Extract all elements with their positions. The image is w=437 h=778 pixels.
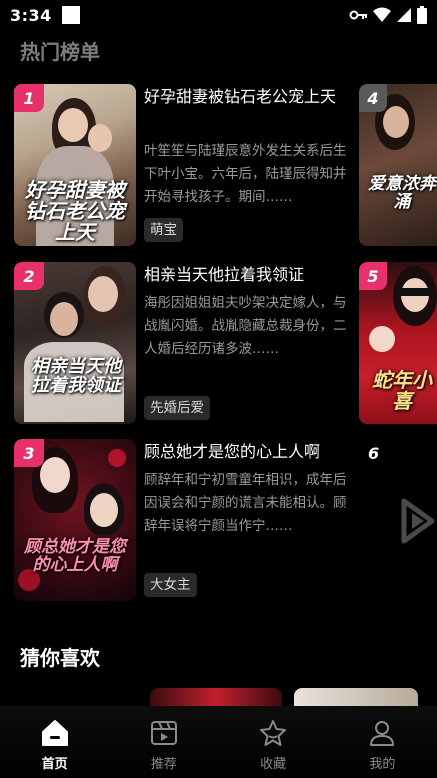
rank-item-1[interactable]: 好孕甜妻被钻石老公宠上天 1 好孕甜妻被钻石老公宠上天 叶笙笙与陆瑾辰意外发生关… [14, 84, 354, 246]
notification-icon [61, 6, 80, 24]
poster-title-1: 好孕甜妻被钻石老公宠上天 [25, 178, 125, 244]
play-icon[interactable] [398, 497, 437, 545]
rank-badge-3: 3 [14, 439, 44, 467]
rank-badge-6: 6 [368, 444, 380, 463]
signal-icon [397, 8, 411, 22]
rank-number: 3 [23, 443, 35, 463]
side-poster-title-4: 爱意浓奔涌 [368, 174, 436, 212]
nav-home[interactable]: 首页 [0, 706, 109, 778]
hot-list-title: 热门榜单 [20, 40, 100, 64]
star-icon [260, 720, 287, 746]
genre-tag: 先婚后爱 [144, 396, 210, 420]
nav-recommend[interactable]: 推荐 [109, 706, 218, 778]
status-bar: 3:34 [0, 0, 437, 30]
rank-badge-1: 1 [14, 84, 44, 112]
drama-description: 海彤因姐姐姐夫吵架决定嫁人，与战胤闪婚。战胤隐藏总裁身份，二人婚后经历诸多波…… [144, 295, 347, 357]
wifi-icon [373, 7, 391, 22]
poster-3[interactable]: 顾总她才是您的心上人啊 3 [14, 439, 136, 601]
genre-tag: 大女主 [144, 573, 197, 597]
rank-badge-4: 4 [359, 84, 387, 112]
nav-favorites[interactable]: 收藏 [219, 706, 328, 778]
poster-2[interactable]: 相亲当天他拉着我领证 2 [14, 262, 136, 424]
nav-recommend-label: 推荐 [150, 757, 177, 772]
rank-number: 1 [23, 88, 35, 108]
drama-title[interactable]: 顾总她才是您的心上人啊 [144, 439, 349, 465]
drama-description: 顾辞年和宁初雪童年相识，成年后因误会和宁颜的谎言未能相认。顾辞年误将宁颜当作宁…… [144, 472, 347, 534]
rank-number: 4 [367, 88, 379, 108]
guess-poster-2[interactable] [294, 688, 418, 708]
poster-title-2: 相亲当天他拉着我领证 [31, 356, 121, 396]
status-time: 3:34 [10, 5, 52, 25]
nav-profile[interactable]: 我的 [328, 706, 437, 778]
key-icon [349, 10, 367, 20]
genre-tag: 萌宝 [144, 218, 183, 242]
rank-number: 2 [23, 266, 35, 286]
battery-icon [417, 6, 427, 24]
drama-title[interactable]: 相亲当天他拉着我领证 [144, 262, 349, 288]
rank-item-3[interactable]: 顾总她才是您的心上人啊 3 顾总她才是您的心上人啊 顾辞年和宁初雪童年相识，成年… [14, 439, 354, 601]
person-icon [370, 721, 395, 746]
side-poster-title-5: 蛇年小喜 [372, 368, 432, 413]
rank-number: 5 [367, 266, 379, 286]
drama-title[interactable]: 好孕甜妻被钻石老公宠上天 [144, 84, 349, 110]
guess-poster-1[interactable] [150, 688, 282, 708]
nav-profile-label: 我的 [369, 757, 396, 772]
rank-item-2[interactable]: 相亲当天他拉着我领证 2 相亲当天他拉着我领证 海彤因姐姐姐夫吵架决定嫁人，与战… [14, 262, 354, 424]
poster-title-3: 顾总她才是您的心上人啊 [24, 537, 126, 575]
guess-you-like-title: 猜你喜欢 [20, 646, 100, 670]
nav-favorites-label: 收藏 [260, 757, 287, 772]
bottom-navigation: 首页 推荐 收藏 我的 [0, 706, 437, 778]
drama-description: 叶笙笙与陆瑾辰意外发生关系后生下叶小宝。六年后，陆瑾辰得知并开始寻找孩子。期间…… [144, 143, 347, 205]
poster-1[interactable]: 好孕甜妻被钻石老公宠上天 1 [14, 84, 136, 246]
side-poster-5[interactable]: 蛇年小喜 5 [359, 262, 437, 424]
side-poster-4[interactable]: 爱意浓奔涌 4 [359, 84, 437, 246]
nav-home-label: 首页 [41, 757, 68, 772]
clapperboard-icon [150, 721, 177, 745]
rank-badge-5: 5 [359, 262, 387, 290]
rank-badge-2: 2 [14, 262, 44, 290]
status-icons [349, 6, 427, 24]
home-icon [41, 720, 68, 746]
